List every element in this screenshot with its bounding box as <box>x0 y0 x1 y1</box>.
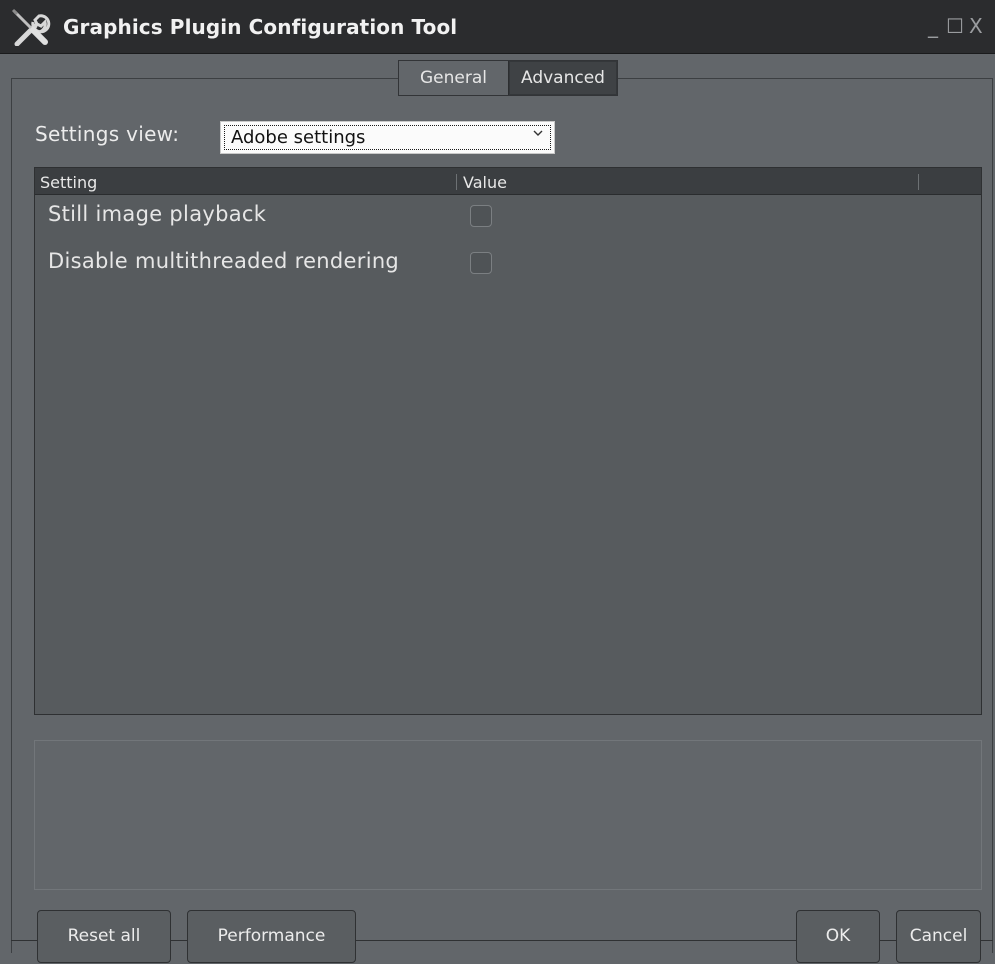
settings-view-label: Settings view: <box>35 122 180 146</box>
frame-line <box>171 940 187 941</box>
column-separator[interactable] <box>918 174 919 190</box>
setting-label-disable-multithreaded-rendering: Disable multithreaded rendering <box>48 249 400 273</box>
performance-button[interactable]: Performance <box>187 910 356 963</box>
table-row[interactable]: Still image playback <box>35 196 981 236</box>
frame-line <box>11 940 37 941</box>
minimize-button[interactable]: _ <box>928 14 938 38</box>
table-row[interactable]: Disable multithreaded rendering <box>35 243 981 283</box>
column-header-value[interactable]: Value <box>463 173 507 192</box>
setting-label-still-image-playback: Still image playback <box>48 202 267 226</box>
settings-view-dropdown[interactable]: Adobe settings <box>220 121 555 154</box>
cancel-button[interactable]: Cancel <box>896 910 981 963</box>
chevron-down-icon <box>533 130 543 136</box>
window-title: Graphics Plugin Configuration Tool <box>63 15 458 39</box>
title-bar[interactable]: Graphics Plugin Configuration Tool _ ☐ X <box>0 0 995 54</box>
table-header: Setting Value <box>35 168 981 195</box>
frame-line <box>981 940 993 941</box>
close-button[interactable]: X <box>969 14 983 38</box>
configuration-window: Graphics Plugin Configuration Tool _ ☐ X… <box>0 0 995 964</box>
tab-general[interactable]: General <box>399 61 508 95</box>
tab-panel-frame-right <box>992 78 993 953</box>
tools-icon <box>11 8 51 46</box>
column-separator[interactable] <box>456 174 457 190</box>
frame-line <box>356 940 796 941</box>
tab-bar: General Advanced <box>398 60 618 96</box>
column-header-setting[interactable]: Setting <box>40 173 97 192</box>
ok-button[interactable]: OK <box>796 910 880 963</box>
reset-all-button[interactable]: Reset all <box>37 910 171 963</box>
disable-multithreaded-rendering-checkbox[interactable] <box>470 252 492 274</box>
tab-advanced[interactable]: Advanced <box>508 61 617 95</box>
description-panel <box>34 740 982 890</box>
settings-table: Setting Value Still image playback Disab… <box>34 167 982 715</box>
settings-view-value: Adobe settings <box>231 127 366 148</box>
maximize-button[interactable]: ☐ <box>946 14 964 38</box>
frame-line <box>880 940 896 941</box>
still-image-playback-checkbox[interactable] <box>470 205 492 227</box>
